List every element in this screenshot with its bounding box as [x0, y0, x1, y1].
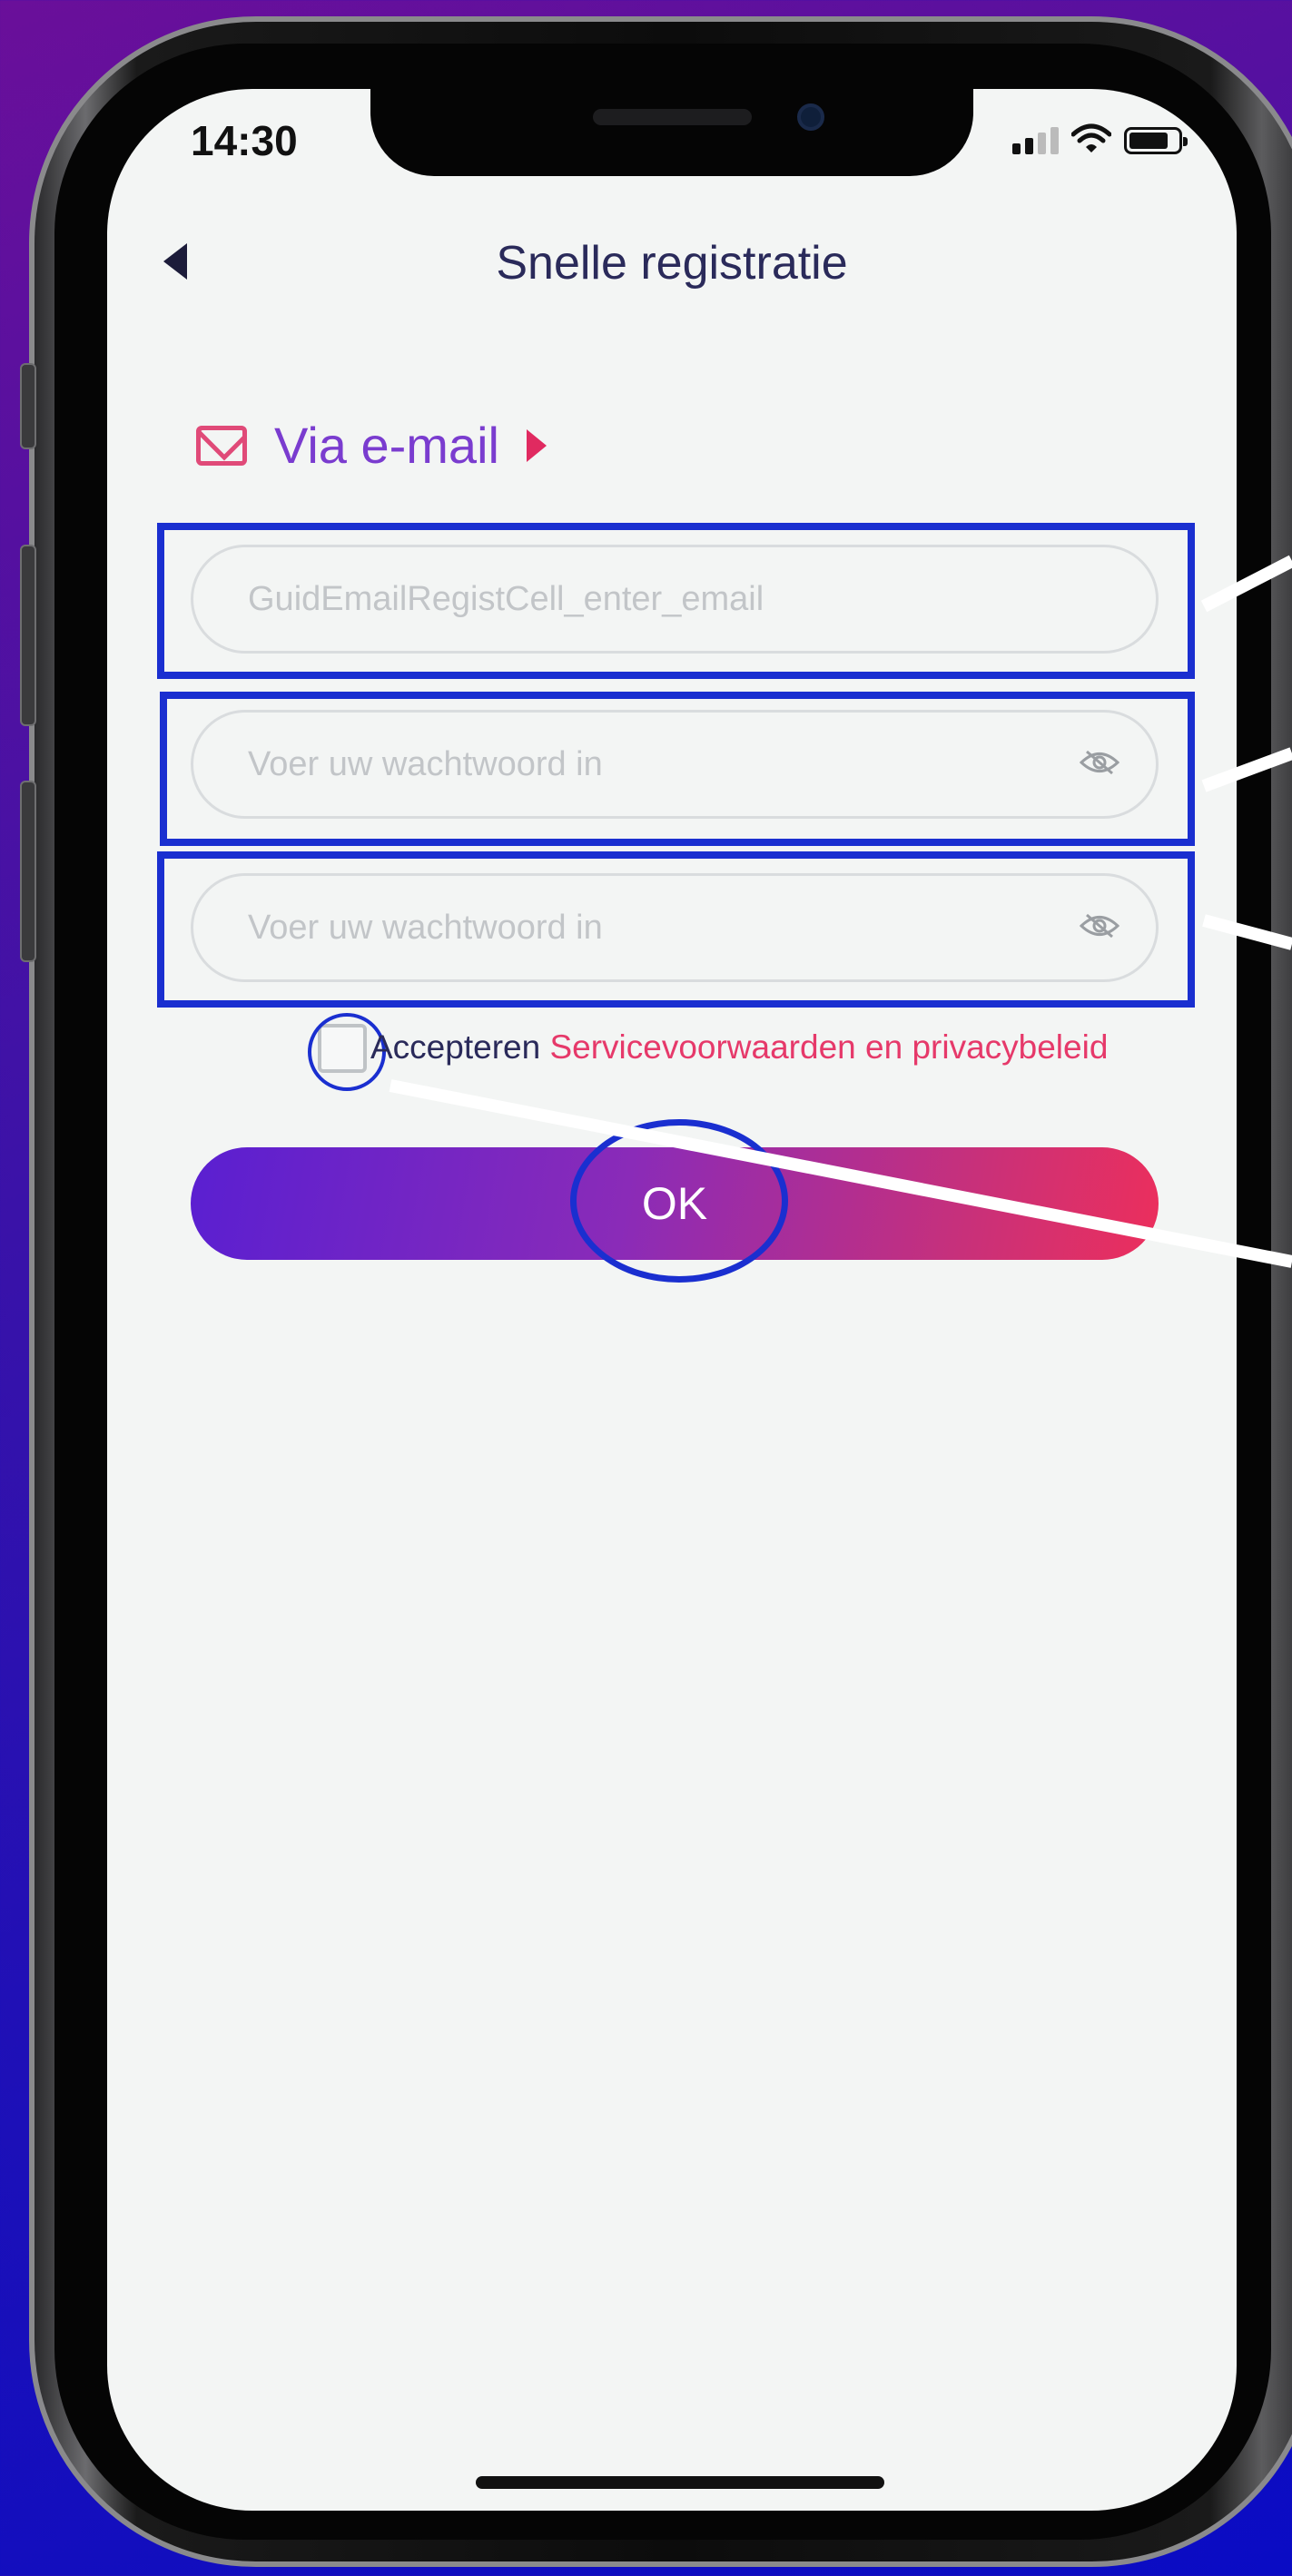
annotation-pointers: [389, 555, 1292, 1268]
pointer-line-checkbox: [389, 1079, 1292, 1268]
pointer-line-email: [1200, 555, 1292, 613]
pointer-line-password: [1201, 747, 1292, 792]
pointer-line-confirm: [1202, 914, 1292, 950]
